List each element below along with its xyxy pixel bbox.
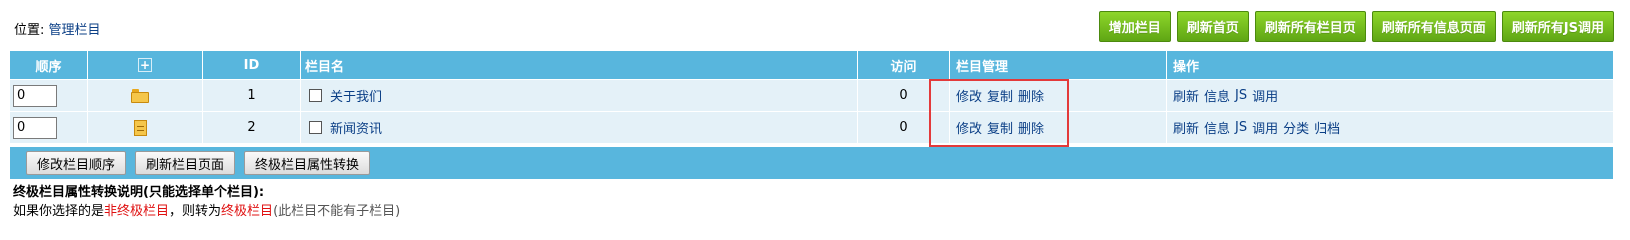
archive-link[interactable]: 归档 <box>1314 118 1340 137</box>
header-visits: 访问 <box>858 51 950 79</box>
note-terminal: 终极栏目 <box>221 204 274 219</box>
edit-link[interactable]: 修改 <box>956 118 982 137</box>
expand-all-icon[interactable]: + <box>138 58 152 72</box>
delete-link[interactable]: 删除 <box>1018 86 1044 105</box>
note-line: 如果你选择的是非终极栏目，则转为终极栏目(此栏目不能有子栏目) <box>13 202 400 221</box>
conversion-note: 终极栏目属性转换说明(只能选择单个栏目): 如果你选择的是非终极栏目，则转为终极… <box>13 183 400 221</box>
row-id: 2 <box>203 112 301 143</box>
header-expand: + <box>88 51 203 79</box>
refresh-all-js-button[interactable]: 刷新所有JS调用 <box>1501 11 1614 42</box>
visit-count: 0 <box>858 112 950 143</box>
row-id: 1 <box>203 80 301 111</box>
order-input[interactable] <box>13 116 57 139</box>
table-row: 1 关于我们 0 修改 复制 删除 刷新 信息 JS 调用 <box>10 80 1613 112</box>
refresh-column-pages-button[interactable]: 刷新栏目页面 <box>135 151 236 175</box>
select-checkbox[interactable] <box>309 121 322 134</box>
copy-link[interactable]: 复制 <box>987 86 1013 105</box>
refresh-all-info-pages-button[interactable]: 刷新所有信息页面 <box>1371 11 1496 42</box>
js-link[interactable]: JS <box>1235 88 1247 103</box>
table-row: 2 新闻资讯 0 修改 复制 删除 刷新 信息 JS 调用 分类 归档 <box>10 112 1613 144</box>
note-suffix: (此栏目不能有子栏目) <box>273 204 401 219</box>
category-link[interactable]: 分类 <box>1283 118 1309 137</box>
add-column-button[interactable]: 增加栏目 <box>1098 11 1171 42</box>
note-title: 终极栏目属性转换说明(只能选择单个栏目): <box>13 185 265 200</box>
call-link[interactable]: 调用 <box>1252 86 1278 105</box>
top-bar: 位置: 管理栏目 增加栏目 刷新首页 刷新所有栏目页 刷新所有信息页面 刷新所有… <box>0 0 1630 46</box>
refresh-homepage-button[interactable]: 刷新首页 <box>1176 11 1249 42</box>
info-link[interactable]: 信息 <box>1204 118 1230 137</box>
convert-terminal-column-button[interactable]: 终极栏目属性转换 <box>244 151 371 175</box>
delete-link[interactable]: 删除 <box>1018 118 1044 137</box>
column-name-link[interactable]: 新闻资讯 <box>330 118 382 137</box>
header-name: 栏目名 <box>301 51 858 79</box>
visit-count: 0 <box>858 80 950 111</box>
action-bar: 修改栏目顺序 刷新栏目页面 终极栏目属性转换 <box>10 147 1613 179</box>
refresh-link[interactable]: 刷新 <box>1173 118 1199 137</box>
document-icon[interactable] <box>133 119 147 136</box>
breadcrumb-label: 位置: <box>14 23 45 38</box>
top-button-group: 增加栏目 刷新首页 刷新所有栏目页 刷新所有信息页面 刷新所有JS调用 <box>1098 11 1614 42</box>
update-order-button[interactable]: 修改栏目顺序 <box>26 151 127 175</box>
column-table: 顺序 + ID 栏目名 访问 栏目管理 操作 1 关于我们 0 修改 复制 删除… <box>10 51 1613 144</box>
refresh-all-column-pages-button[interactable]: 刷新所有栏目页 <box>1254 11 1366 42</box>
refresh-link[interactable]: 刷新 <box>1173 86 1199 105</box>
header-order: 顺序 <box>10 51 88 79</box>
column-name-link[interactable]: 关于我们 <box>330 86 382 105</box>
folder-icon[interactable] <box>131 88 149 103</box>
header-manage: 栏目管理 <box>950 51 1167 79</box>
order-input[interactable] <box>13 84 57 107</box>
edit-link[interactable]: 修改 <box>956 86 982 105</box>
breadcrumb-link-manage-columns[interactable]: 管理栏目 <box>49 23 101 38</box>
info-link[interactable]: 信息 <box>1204 86 1230 105</box>
table-header-row: 顺序 + ID 栏目名 访问 栏目管理 操作 <box>10 51 1613 80</box>
js-link[interactable]: JS <box>1235 120 1247 135</box>
header-id: ID <box>203 51 301 79</box>
select-checkbox[interactable] <box>309 89 322 102</box>
copy-link[interactable]: 复制 <box>987 118 1013 137</box>
note-prefix: 如果你选择的是 <box>13 204 105 219</box>
breadcrumb: 位置: 管理栏目 <box>14 19 101 38</box>
note-non-terminal: 非终极栏目 <box>104 204 170 219</box>
header-operations: 操作 <box>1173 59 1200 75</box>
note-middle: ，则转为 <box>169 204 222 219</box>
call-link[interactable]: 调用 <box>1252 118 1278 137</box>
